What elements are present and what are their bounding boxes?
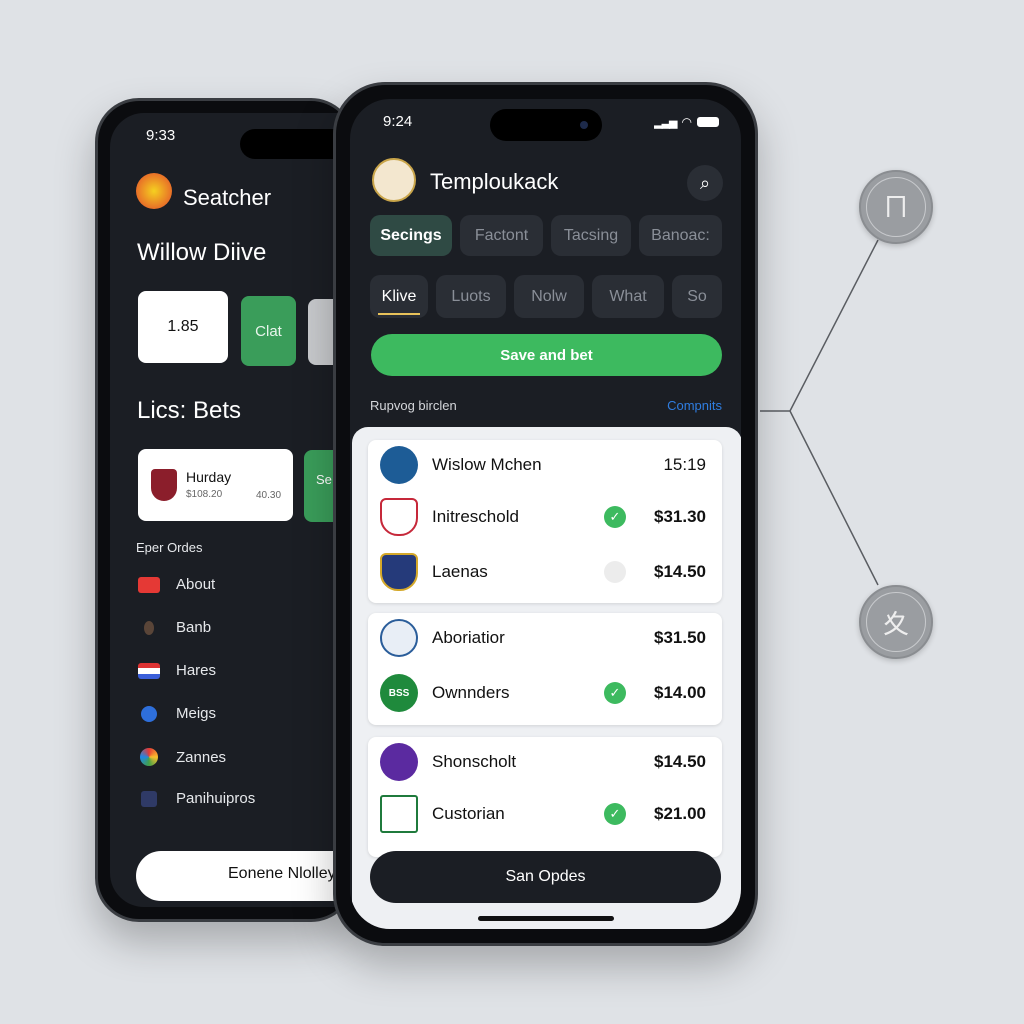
app-logo-icon <box>136 173 172 209</box>
team-crest-icon <box>151 469 177 501</box>
subtab-klive[interactable]: Klive <box>370 275 428 318</box>
list-item-about[interactable]: About <box>138 576 215 593</box>
subtab-nolw[interactable]: Nolw <box>514 275 584 318</box>
bets-panel: Wislow Mchen 15:19 Initreschold ✓ $31.30 La… <box>352 427 741 929</box>
home-indicator[interactable] <box>478 916 614 921</box>
bottom-button[interactable]: Eonene Nlolley <box>136 851 352 901</box>
odds-tile[interactable]: 1.85 <box>138 291 228 363</box>
check-icon: ✓ <box>604 682 626 704</box>
bet-row[interactable]: BSS Ownnders ✓ $14.00 <box>380 673 706 713</box>
bet-odds: 40.30 <box>256 490 282 501</box>
check-icon: ✓ <box>604 803 626 825</box>
san-opdes-button[interactable]: San Opdes <box>370 851 721 903</box>
front-phone: 9:24 ▂▃▅ ◠ Temploukack ⌕ Secings Factont… <box>333 82 758 946</box>
bet-card[interactable]: Hurday $108.20 40.30 <box>138 449 293 521</box>
app-logo-icon <box>372 158 416 202</box>
team-logo-icon: BSS <box>380 674 418 712</box>
bet-group-card: Aboriatior $31.50 BSS Ownnders ✓ $14.00 <box>368 613 722 725</box>
bet-row[interactable]: Aboriatior $31.50 <box>380 618 706 658</box>
status-time: 9:24 <box>383 113 413 130</box>
wifi-icon: ◠ <box>681 115 692 129</box>
flag-icon <box>138 662 160 679</box>
status-icons: ▂▃▅ ◠ <box>654 115 719 129</box>
bet-row[interactable]: Shonscholt $14.50 <box>380 742 706 782</box>
team-logo-icon <box>380 795 418 833</box>
avatar-icon <box>144 620 154 635</box>
team-logo-icon <box>380 619 418 657</box>
list-item-panihuipros[interactable]: Panihuipros <box>138 790 255 807</box>
team-crest-icon <box>380 553 418 591</box>
clat-tile[interactable]: Clat <box>241 296 296 366</box>
section-label: Rupvog birclen <box>370 398 457 413</box>
document-node-icon[interactable]: ⼢ <box>859 585 933 659</box>
save-and-bet-button[interactable]: Save and bet <box>371 334 722 376</box>
tab-banoac[interactable]: Banoac: <box>639 215 722 256</box>
app-title: Temploukack <box>430 169 559 194</box>
bet-name: Hurday <box>186 469 232 485</box>
list-item-meigs[interactable]: Meigs <box>138 705 216 722</box>
team-logo-icon <box>380 743 418 781</box>
heading: Willow Diive <box>137 239 267 266</box>
active-underline <box>378 313 420 315</box>
list-item-zannes[interactable]: Zannes <box>138 748 226 766</box>
check-icon: ✓ <box>604 506 626 528</box>
app-icon <box>141 790 157 807</box>
back-phone: 9:33 Seatcher Willow Diive 1.85 Clat Lic… <box>95 98 355 922</box>
subtab-what[interactable]: What <box>592 275 664 318</box>
team-crest-icon <box>380 498 418 536</box>
unchecked-icon <box>604 561 626 583</box>
tab-secings[interactable]: Secings <box>370 215 452 256</box>
search-icon[interactable]: ⌕ <box>687 165 723 201</box>
tab-factont[interactable]: Factont <box>460 215 543 256</box>
section-title: Lics: Bets <box>137 397 242 424</box>
list-item-hares[interactable]: Hares <box>138 662 216 679</box>
status-time: 9:33 <box>146 127 176 144</box>
bet-amount: $108.20 <box>186 489 223 500</box>
bet-row[interactable]: Custorian ✓ $21.00 <box>380 794 706 834</box>
list-title: Eper Ordes <box>136 540 203 555</box>
tab-tacsing[interactable]: Tacsing <box>551 215 631 256</box>
youtube-icon <box>138 576 160 593</box>
section-link[interactable]: Compnits <box>667 398 722 413</box>
battery-icon <box>697 117 719 127</box>
app-title: Seatcher <box>183 185 272 210</box>
bet-group-card: Shonscholt $14.50 Custorian ✓ $21.00 <box>368 737 722 857</box>
dynamic-island <box>490 109 602 141</box>
bet-group-card: Wislow Mchen 15:19 Initreschold ✓ $31.30 La… <box>368 440 722 603</box>
team-logo-icon <box>380 446 418 484</box>
subtab-so[interactable]: So <box>672 275 722 318</box>
blue-badge-icon <box>141 705 157 722</box>
bet-row[interactable]: Laenas $14.50 <box>380 552 706 592</box>
bookmark-node-icon[interactable]: ⨅ <box>859 170 933 244</box>
list-item-banb[interactable]: Banb <box>138 619 211 636</box>
signal-icon: ▂▃▅ <box>654 116 677 129</box>
subtab-luots[interactable]: Luots <box>436 275 506 318</box>
bet-row[interactable]: Initreschold ✓ $31.30 <box>380 497 706 537</box>
bet-row[interactable]: Wislow Mchen 15:19 <box>380 445 706 485</box>
chrome-icon <box>140 748 158 766</box>
